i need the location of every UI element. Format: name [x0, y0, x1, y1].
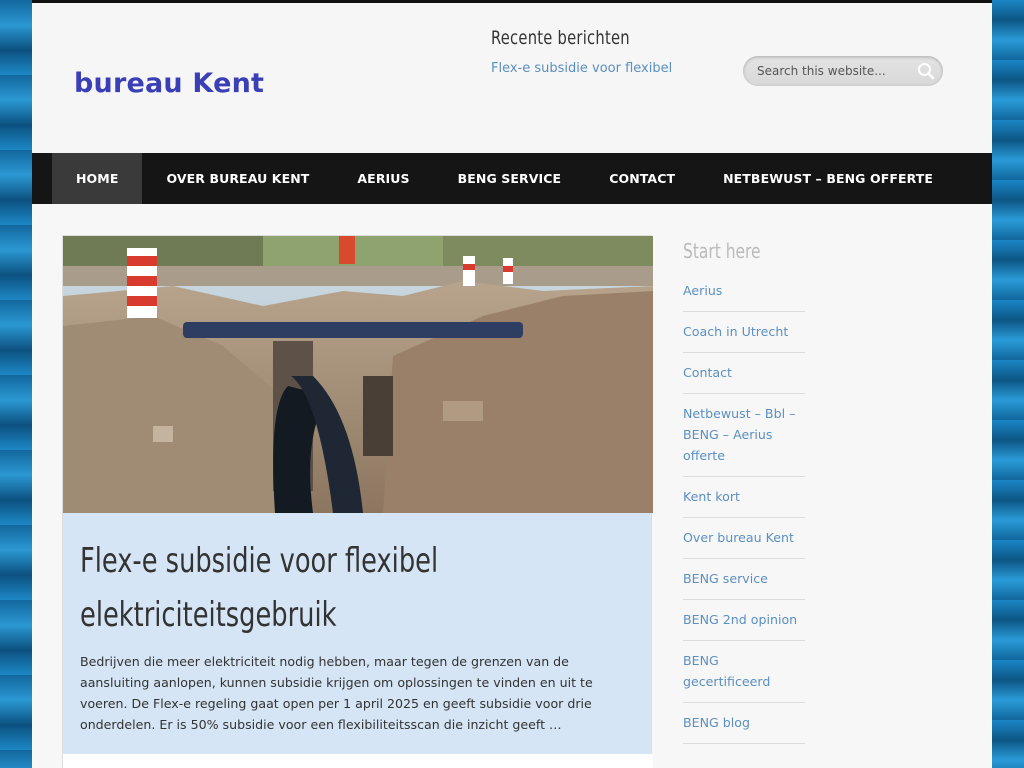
background-right — [992, 0, 1024, 768]
sidebar-item-beng-2nd-opinion[interactable]: BENG 2nd opinion — [683, 600, 805, 641]
post-footer — [63, 754, 653, 768]
sidebar-item-netbewust-offerte[interactable]: Netbewust – Bbl – BENG – Aerius offerte — [683, 394, 805, 477]
post-featured-image[interactable] — [63, 236, 653, 513]
recent-posts-title: Recente berichten — [491, 27, 630, 49]
content-area: Flex-e subsidie voor flexibel elektricit… — [32, 204, 992, 768]
post-excerpt: Bedrijven die meer elektriciteit nodig h… — [80, 654, 593, 732]
recent-post-link[interactable]: Flex-e subsidie voor flexibel — [491, 61, 731, 76]
page: bureau Kent Recente berichten Flex-e sub… — [32, 0, 992, 768]
recent-posts-widget: Recente berichten Flex-e subsidie voor f… — [491, 27, 731, 76]
site-header: bureau Kent Recente berichten Flex-e sub… — [32, 3, 992, 153]
sidebar-start-here: Start here Aerius Coach in Utrecht Conta… — [683, 239, 805, 744]
main-nav: HOME OVER BUREAU KENT AERIUS BENG SERVIC… — [32, 153, 992, 204]
search-box — [743, 56, 943, 86]
sidebar-item-over-bureau-kent[interactable]: Over bureau Kent — [683, 518, 805, 559]
nav-item-netbewust-beng-offerte[interactable]: NETBEWUST – BENG OFFERTE — [699, 153, 957, 204]
search-input[interactable] — [757, 62, 907, 80]
search-icon[interactable] — [917, 62, 935, 80]
post-title[interactable]: Flex-e subsidie voor flexibel elektricit… — [80, 534, 618, 642]
sidebar-item-contact[interactable]: Contact — [683, 353, 805, 394]
nav-item-home[interactable]: HOME — [52, 153, 143, 204]
sidebar-item-beng-service[interactable]: BENG service — [683, 559, 805, 600]
nav-item-contact[interactable]: CONTACT — [585, 153, 699, 204]
sidebar-item-coach-in-utrecht[interactable]: Coach in Utrecht — [683, 312, 805, 353]
sidebar-item-aerius[interactable]: Aerius — [683, 271, 805, 312]
site-logo[interactable]: bureau Kent — [69, 59, 299, 109]
post-card: Flex-e subsidie voor flexibel elektricit… — [62, 235, 653, 768]
sidebar-title: Start here — [683, 239, 761, 263]
nav-item-aerius[interactable]: AERIUS — [333, 153, 433, 204]
sidebar-item-beng-gecertificeerd[interactable]: BENG gecertificeerd — [683, 641, 805, 703]
sidebar-item-kent-kort[interactable]: Kent kort — [683, 477, 805, 518]
nav-item-beng-service[interactable]: BENG SERVICE — [434, 153, 586, 204]
sidebar-item-beng-blog[interactable]: BENG blog — [683, 703, 805, 744]
background-left — [0, 0, 32, 768]
nav-item-over-bureau-kent[interactable]: OVER BUREAU KENT — [142, 153, 333, 204]
